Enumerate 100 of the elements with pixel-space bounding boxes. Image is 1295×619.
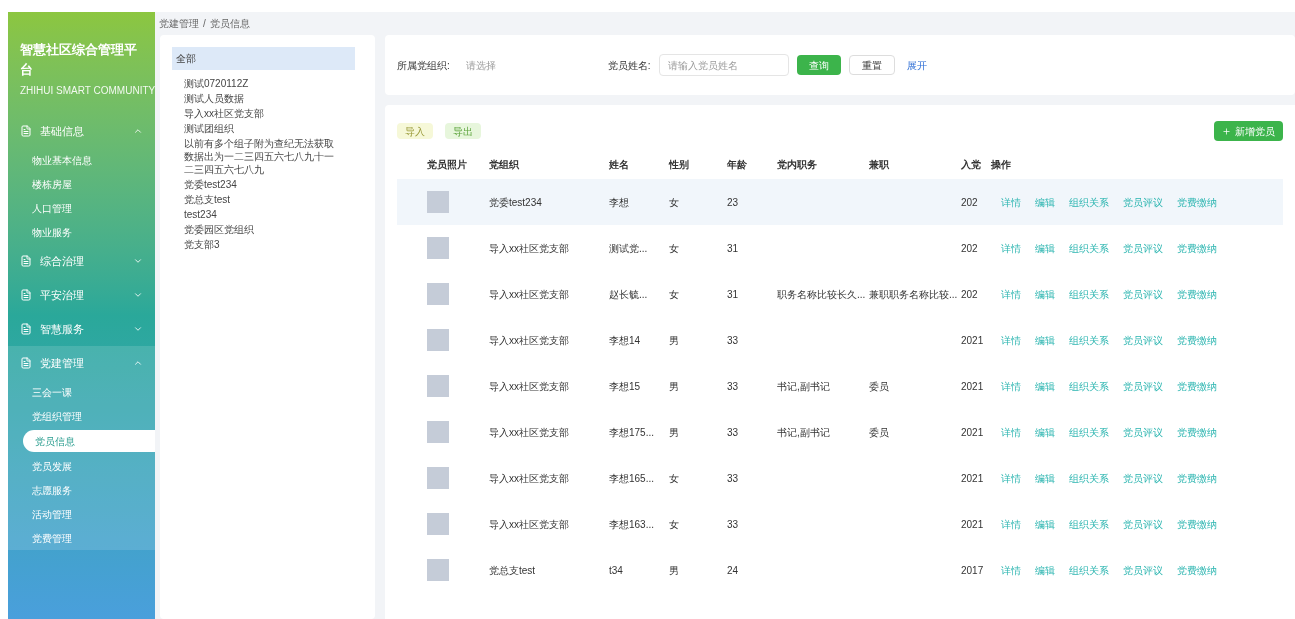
expand-link[interactable]: 展开 bbox=[906, 57, 927, 73]
action-link[interactable]: 详情 bbox=[1001, 424, 1021, 440]
tree-item[interactable]: 党总支test bbox=[172, 192, 355, 207]
table-row[interactable]: 导入xx社区党支部 赵长毓... 女 31 职务名称比较长久... 兼职职务名称比较... 202 详情 编辑 组织关系 党员评议 党费缴纳 bbox=[397, 271, 1283, 317]
action-link[interactable]: 党员评议 bbox=[1123, 516, 1163, 532]
action-link[interactable]: 组织关系 bbox=[1069, 286, 1109, 302]
action-link[interactable]: 组织关系 bbox=[1069, 562, 1109, 578]
action-link[interactable]: 党员评议 bbox=[1123, 562, 1163, 578]
table-cell: 测试党... bbox=[609, 242, 648, 254]
document-icon bbox=[20, 357, 32, 369]
menu-item[interactable]: 志愿服务 bbox=[8, 478, 155, 502]
menu-item[interactable]: 活动管理 bbox=[8, 502, 155, 526]
menu-group[interactable]: 党建管理 bbox=[8, 346, 155, 380]
action-link[interactable]: 党员评议 bbox=[1123, 470, 1163, 486]
table-row[interactable]: 导入xx社区党支部 李想165... 女 33 2021 详情 编辑 组织关系 党员评议 党费缴纳 bbox=[397, 455, 1283, 501]
tree-item[interactable]: test234 bbox=[172, 207, 355, 222]
action-link[interactable]: 党费缴纳 bbox=[1177, 194, 1217, 210]
import-button[interactable]: 导入 bbox=[397, 123, 433, 139]
table-cell: 书记,副书记 bbox=[777, 426, 830, 438]
search-button[interactable]: 查询 bbox=[796, 55, 841, 75]
action-link[interactable]: 党员评议 bbox=[1123, 286, 1163, 302]
table-row[interactable]: 党总支test t34 男 24 2017 详情 编辑 组织关系 党员评议 党费缴纳 bbox=[397, 547, 1283, 593]
column-header: 兼职 bbox=[869, 157, 890, 172]
action-link[interactable]: 党费缴纳 bbox=[1177, 240, 1217, 256]
action-link[interactable]: 党员评议 bbox=[1123, 378, 1163, 394]
menu-item[interactable]: 物业基本信息 bbox=[8, 148, 155, 172]
action-link[interactable]: 党费缴纳 bbox=[1177, 470, 1217, 486]
action-link[interactable]: 编辑 bbox=[1035, 286, 1055, 302]
menu-item[interactable]: 三会一课 bbox=[8, 380, 155, 404]
action-link[interactable]: 编辑 bbox=[1035, 562, 1055, 578]
action-link[interactable]: 详情 bbox=[1001, 470, 1021, 486]
action-link[interactable]: 党费缴纳 bbox=[1177, 424, 1217, 440]
breadcrumb-item[interactable]: 党建管理 bbox=[159, 16, 199, 31]
action-link[interactable]: 详情 bbox=[1001, 286, 1021, 302]
table-cell: 职务名称比较长久... bbox=[777, 288, 866, 300]
action-link[interactable]: 党费缴纳 bbox=[1177, 562, 1217, 578]
table-cell: 202 bbox=[961, 196, 978, 208]
menu-item[interactable]: 楼栋房屋 bbox=[8, 172, 155, 196]
menu-item[interactable]: 党费管理 bbox=[8, 526, 155, 550]
column-header: 入党 bbox=[961, 157, 982, 172]
table-row[interactable]: 党委test234 李想 女 23 202 详情 编辑 组织关系 党员评议 党费缴纳 bbox=[397, 179, 1283, 225]
action-link[interactable]: 党费缴纳 bbox=[1177, 286, 1217, 302]
action-link[interactable]: 详情 bbox=[1001, 332, 1021, 348]
tree-item[interactable]: 测试0720112Z bbox=[172, 76, 355, 91]
action-link[interactable]: 编辑 bbox=[1035, 332, 1055, 348]
table-row[interactable]: 导入xx社区党支部 李想175... 男 33 书记,副书记 委员 2021 详情 编辑 组织关系 党员评议 党费缴纳 bbox=[397, 409, 1283, 455]
menu-item[interactable]: 人口管理 bbox=[8, 196, 155, 220]
action-link[interactable]: 党费缴纳 bbox=[1177, 332, 1217, 348]
table-cell: 党总支test bbox=[489, 564, 536, 576]
table-row[interactable]: 导入xx社区党支部 李想14 男 33 2021 详情 编辑 组织关系 党员评议 党费缴纳 bbox=[397, 317, 1283, 363]
action-link[interactable]: 党员评议 bbox=[1123, 240, 1163, 256]
tree-item[interactable]: 党支部3 bbox=[172, 237, 355, 252]
export-button[interactable]: 导出 bbox=[445, 123, 481, 139]
breadcrumb-item[interactable]: 党员信息 bbox=[209, 16, 250, 31]
action-link[interactable]: 详情 bbox=[1001, 240, 1021, 256]
name-input-field[interactable]: 请输入党员姓名 bbox=[658, 54, 789, 76]
reset-button[interactable]: 重置 bbox=[848, 55, 895, 75]
action-link[interactable]: 详情 bbox=[1001, 562, 1021, 578]
table-row[interactable]: 导入xx社区党支部 测试党... 女 31 202 详情 编辑 组织关系 党员评议 党费缴纳 bbox=[397, 225, 1283, 271]
menu-item[interactable]: 物业服务 bbox=[8, 220, 155, 244]
action-link[interactable]: 编辑 bbox=[1035, 470, 1055, 486]
tree-item[interactable]: 导入xx社区党支部 bbox=[172, 106, 355, 121]
action-link[interactable]: 组织关系 bbox=[1069, 516, 1109, 532]
menu-group[interactable]: 智慧服务 bbox=[8, 312, 155, 346]
tree-item[interactable]: 测试人员数据 bbox=[172, 91, 355, 106]
action-link[interactable]: 编辑 bbox=[1035, 424, 1055, 440]
table-cell: 2017 bbox=[961, 564, 984, 576]
action-link[interactable]: 党员评议 bbox=[1123, 332, 1163, 348]
menu-item[interactable]: 党员信息 bbox=[23, 430, 155, 452]
action-link[interactable]: 组织关系 bbox=[1069, 470, 1109, 486]
action-link[interactable]: 编辑 bbox=[1035, 194, 1055, 210]
add-member-button[interactable]: 新增党员 bbox=[1214, 121, 1283, 141]
action-link[interactable]: 党费缴纳 bbox=[1177, 378, 1217, 394]
menu-item[interactable]: 党员发展 bbox=[8, 454, 155, 478]
action-link[interactable]: 组织关系 bbox=[1069, 424, 1109, 440]
tree-item[interactable]: 党委园区党组织 bbox=[172, 222, 355, 237]
action-link[interactable]: 编辑 bbox=[1035, 240, 1055, 256]
tree-item[interactable]: 党委test234 bbox=[172, 177, 355, 192]
action-link[interactable]: 组织关系 bbox=[1069, 194, 1109, 210]
table-row[interactable]: 导入xx社区党支部 李想15 男 33 书记,副书记 委员 2021 详情 编辑 组织关系 党员评议 党费缴纳 bbox=[397, 363, 1283, 409]
menu-group[interactable]: 平安治理 bbox=[8, 278, 155, 312]
action-link[interactable]: 党员评议 bbox=[1123, 194, 1163, 210]
menu-group[interactable]: 综合治理 bbox=[8, 244, 155, 278]
action-link[interactable]: 详情 bbox=[1001, 194, 1021, 210]
action-link[interactable]: 党费缴纳 bbox=[1177, 516, 1217, 532]
action-link[interactable]: 详情 bbox=[1001, 516, 1021, 532]
menu-group[interactable]: 基础信息 bbox=[8, 114, 155, 148]
tree-item[interactable]: 测试团组织 bbox=[172, 121, 355, 136]
action-link[interactable]: 编辑 bbox=[1035, 378, 1055, 394]
menu-item[interactable]: 党组织管理 bbox=[8, 404, 155, 428]
action-link[interactable]: 组织关系 bbox=[1069, 332, 1109, 348]
tree-item[interactable]: 以前有多个组子附为查纪无法获取数据出为一二三四五六七八九十一二三四五六七八九 bbox=[172, 136, 355, 177]
action-link[interactable]: 详情 bbox=[1001, 378, 1021, 394]
org-select-field[interactable]: 请选择 bbox=[457, 54, 588, 76]
tree-item[interactable]: 全部 bbox=[172, 47, 355, 70]
action-link[interactable]: 组织关系 bbox=[1069, 378, 1109, 394]
action-link[interactable]: 党员评议 bbox=[1123, 424, 1163, 440]
table-row[interactable]: 导入xx社区党支部 李想163... 女 33 2021 详情 编辑 组织关系 党员评议 党费缴纳 bbox=[397, 501, 1283, 547]
action-link[interactable]: 编辑 bbox=[1035, 516, 1055, 532]
action-link[interactable]: 组织关系 bbox=[1069, 240, 1109, 256]
